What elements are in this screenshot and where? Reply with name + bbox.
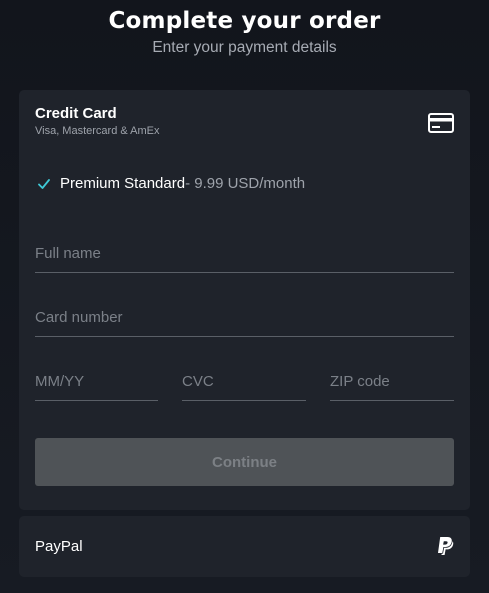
page-header: Complete your order Enter your payment d… [0,6,489,57]
credit-card-panel[interactable]: Credit Card Visa, Mastercard & AmEx Prem… [19,90,470,510]
credit-card-subtitle: Visa, Mastercard & AmEx [35,125,160,137]
paypal-icon [438,537,454,555]
credit-card-icon [428,113,454,133]
card-number-field[interactable] [35,298,454,337]
card-number-input[interactable] [35,298,454,336]
paypal-option[interactable]: PayPal [19,516,470,577]
page-subtitle: Enter your payment details [152,39,337,56]
zip-field[interactable] [330,362,454,401]
cvc-field[interactable] [182,362,306,401]
cvc-input[interactable] [182,362,306,400]
full-name-input[interactable] [35,234,454,272]
expiry-input[interactable] [35,362,158,400]
page-title: Complete your order [108,8,381,34]
selected-plan: Premium Standard - 9.99 USD/month [38,175,305,192]
plan-name: Premium Standard [60,175,186,192]
expiry-field[interactable] [35,362,158,401]
continue-button[interactable]: Continue [35,438,454,486]
paypal-label: PayPal [35,538,83,555]
plan-price: - 9.99 USD/month [185,175,306,192]
zip-input[interactable] [330,362,454,400]
check-icon [38,178,50,189]
full-name-field[interactable] [35,234,454,273]
credit-card-title: Credit Card [35,105,117,122]
